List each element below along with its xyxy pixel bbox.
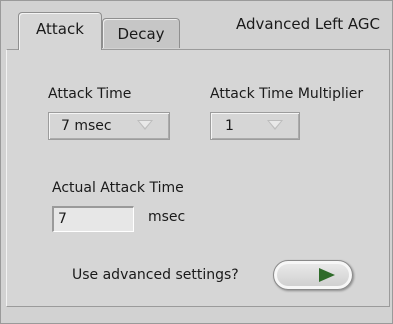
attack-time-label: Attack Time — [48, 86, 132, 102]
actual-attack-time-label: Actual Attack Time — [52, 180, 184, 196]
attack-time-multiplier-value: 1 — [225, 118, 234, 134]
attack-time-value: 7 msec — [61, 118, 112, 134]
attack-time-multiplier-label: Attack Time Multiplier — [210, 86, 364, 102]
actual-attack-time-indicator: 7 — [52, 206, 134, 232]
advanced-left-agc-title: Advanced Left AGC — [236, 15, 380, 33]
actual-attack-time-unit: msec — [148, 209, 186, 225]
attack-time-multiplier-ring[interactable]: 1 — [210, 112, 300, 140]
tab-attack[interactable]: Attack — [18, 12, 102, 50]
down-triangle-icon[interactable] — [137, 120, 153, 130]
advanced-settings-label: Use advanced settings? — [72, 267, 239, 283]
down-triangle-icon[interactable] — [267, 120, 283, 130]
advanced-settings-toggle[interactable] — [273, 260, 353, 290]
tab-decay[interactable]: Decay — [102, 18, 180, 48]
tab-attack-label: Attack — [36, 20, 84, 38]
tab-decay-label: Decay — [117, 25, 165, 43]
attack-time-ring[interactable]: 7 msec — [48, 112, 170, 140]
led-arrow-icon — [319, 268, 335, 282]
